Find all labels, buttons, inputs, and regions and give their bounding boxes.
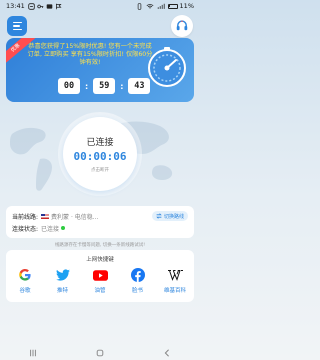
connection-status-value-wrap: 已连接 xyxy=(41,224,66,233)
menu-button[interactable] xyxy=(7,16,27,36)
battery-icon xyxy=(167,3,178,9)
connection-info-card: 当前线路: 费利蒙 · 电信稳... 连接状态: 已连接 切换路线 xyxy=(6,206,194,238)
back-icon[interactable] xyxy=(163,349,171,357)
connection-status-value: 已连接 xyxy=(41,225,60,233)
quick-link-google[interactable]: 谷歌 xyxy=(12,267,38,294)
line-tip-text: 线路源存在卡慢等问题, 切换一条新线路试试! xyxy=(54,243,146,248)
wikipedia-icon xyxy=(167,267,183,283)
wifi-icon xyxy=(146,3,154,8)
connection-status-row: 连接状态: 已连接 xyxy=(12,222,188,234)
promo-text: 恭喜您获得了15%限时优惠! 您有一个未完成订单, 立即购买 享有15%限时折扣… xyxy=(27,43,153,66)
vibrate-icon xyxy=(137,2,141,10)
message-icon xyxy=(46,3,53,9)
quick-link-label: 油管 xyxy=(94,288,106,294)
battery-indicator: 11% xyxy=(167,2,194,10)
quick-link-facebook[interactable]: 脸书 xyxy=(125,267,151,294)
connection-timer: 00:00:06 xyxy=(73,150,127,163)
promo-countdown: 00 : 59 : 43 xyxy=(58,78,151,94)
us-flag-icon xyxy=(41,213,50,219)
system-nav-bar xyxy=(0,346,200,360)
quick-links-list: 谷歌 推特 油管 脸书 维基百科 xyxy=(12,267,188,294)
menu-icon xyxy=(12,21,22,24)
youtube-icon xyxy=(92,267,108,283)
quick-link-youtube[interactable]: 油管 xyxy=(87,267,113,294)
switch-line-button[interactable]: 切换路线 xyxy=(151,211,188,221)
twitter-icon xyxy=(55,267,71,283)
quick-link-label: 维基百科 xyxy=(163,288,186,294)
countdown-hours: 00 xyxy=(58,78,80,94)
connect-toggle-button[interactable]: 已连接 00:00:06 点击断开 xyxy=(63,117,137,191)
quick-link-label: 推特 xyxy=(56,288,68,294)
status-time: 13:41 xyxy=(6,2,25,10)
home-icon[interactable] xyxy=(96,349,104,357)
status-dot-icon xyxy=(61,226,66,230)
quick-links-card: 上网快捷键 谷歌 推特 油管 脸书 维基百科 xyxy=(6,250,194,302)
switch-icon xyxy=(156,213,162,219)
quick-link-wikipedia[interactable]: 维基百科 xyxy=(162,267,188,294)
connection-status-label: 连接状态: xyxy=(12,225,39,233)
battery-text: 11% xyxy=(179,2,194,10)
countdown-minutes: 59 xyxy=(93,78,116,94)
vpn-key-icon xyxy=(37,4,44,8)
current-line-label: 当前线路: xyxy=(12,213,39,221)
countdown-separator: : xyxy=(120,81,124,91)
customer-service-button[interactable] xyxy=(171,15,193,37)
quick-link-twitter[interactable]: 推特 xyxy=(50,267,76,294)
signal-icon xyxy=(157,3,165,9)
headset-icon xyxy=(176,20,188,31)
flag-icon xyxy=(55,3,62,9)
quick-links-title: 上网快捷键 xyxy=(86,257,114,263)
google-icon xyxy=(17,267,33,283)
current-line-value-wrap: 费利蒙 · 电信稳... xyxy=(41,212,98,221)
quick-link-label: 谷歌 xyxy=(19,288,31,294)
promo-banner[interactable]: 优惠 恭喜您获得了15%限时优惠! 您有一个未完成订单, 立即购买 享有15%限… xyxy=(6,38,194,102)
current-line-value: 费利蒙 · 电信稳... xyxy=(51,213,99,221)
quick-link-label: 脸书 xyxy=(131,288,143,294)
facebook-icon xyxy=(130,267,146,283)
connection-status-text: 已连接 xyxy=(86,138,114,148)
speedometer-icon xyxy=(148,47,186,87)
recent-apps-icon[interactable] xyxy=(29,349,37,357)
switch-line-label: 切换路线 xyxy=(163,213,184,220)
disconnect-hint: 点击断开 xyxy=(91,168,109,173)
notification-icon xyxy=(28,2,35,10)
status-bar: 13:41 11% xyxy=(0,0,200,12)
countdown-separator: : xyxy=(85,81,89,91)
